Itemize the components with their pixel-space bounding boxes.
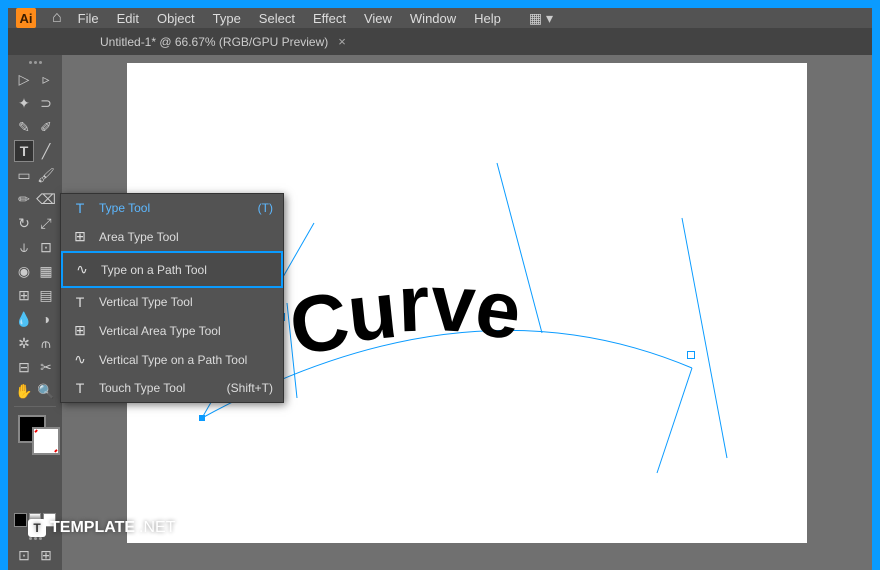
menu-window[interactable]: Window [410, 11, 456, 26]
flyout-label: Vertical Type on a Path Tool [99, 353, 247, 367]
selection-tool-icon[interactable]: ▷ [14, 68, 34, 90]
graph-tool-icon[interactable]: ⫙ [36, 332, 56, 354]
watermark-icon: T [28, 519, 46, 537]
color-swatch[interactable] [14, 415, 56, 463]
title-bar: Ai ⌂ File Edit Object Type Select Effect… [8, 8, 872, 28]
menu-help[interactable]: Help [474, 11, 501, 26]
artboard-tool-icon[interactable]: ⊟ [14, 356, 34, 378]
panel-grip[interactable] [14, 59, 56, 66]
flyout-shortcut: (T) [258, 201, 273, 215]
shaper-tool-icon[interactable]: ✏ [14, 188, 34, 210]
menu-bar: File Edit Object Type Select Effect View… [78, 11, 501, 26]
path-handle[interactable] [687, 351, 695, 359]
hand-tool-icon[interactable]: ✋ [14, 380, 34, 402]
symbol-sprayer-tool-icon[interactable]: ✲ [14, 332, 34, 354]
blend-tool-icon[interactable]: ◑ [36, 308, 56, 330]
tools-panel: ▷▹ ✦⊃ ✎✐ T╱ ▭🖌 ✏⌫ ↻⤢ ⫝⊡ ◉▦ ⊞▤ 💧◑ ✲⫙ ⊟✂ ✋… [8, 55, 62, 570]
eyedropper-tool-icon[interactable]: 💧 [14, 308, 34, 330]
watermark-suffix: .NET [139, 519, 175, 537]
flyout-vertical-type-tool[interactable]: T Vertical Type Tool [61, 288, 283, 316]
menu-file[interactable]: File [78, 11, 99, 26]
vertical-type-on-path-icon: ∿ [71, 351, 89, 368]
pen-tool-icon[interactable]: ✎ [14, 116, 34, 138]
menu-object[interactable]: Object [157, 11, 195, 26]
workspace: ▷▹ ✦⊃ ✎✐ T╱ ▭🖌 ✏⌫ ↻⤢ ⫝⊡ ◉▦ ⊞▤ 💧◑ ✲⫙ ⊟✂ ✋… [8, 55, 872, 570]
lasso-tool-icon[interactable]: ⊃ [36, 92, 56, 114]
tab-title: Untitled-1* @ 66.67% (RGB/GPU Preview) [100, 35, 328, 49]
gradient-tool-icon[interactable]: ▤ [36, 284, 56, 306]
zoom-tool-icon[interactable]: 🔍 [36, 380, 56, 402]
perspective-tool-icon[interactable]: ▦ [36, 260, 56, 282]
flyout-label: Type Tool [99, 201, 150, 215]
app-window: Ai ⌂ File Edit Object Type Select Effect… [8, 8, 872, 551]
direct-selection-tool-icon[interactable]: ▹ [36, 68, 56, 90]
app-icon[interactable]: Ai [16, 8, 36, 28]
watermark: T TEMPLATE.NET [28, 519, 175, 537]
mesh-tool-icon[interactable]: ⊞ [14, 284, 34, 306]
type-on-path-icon: ∿ [73, 261, 91, 278]
shape-builder-tool-icon[interactable]: ◉ [14, 260, 34, 282]
watermark-brand: TEMPLATE [50, 519, 135, 537]
rotate-tool-icon[interactable]: ↻ [14, 212, 34, 234]
touch-type-icon: T [71, 380, 89, 396]
flyout-type-on-path-tool[interactable]: ∿ Type on a Path Tool [61, 251, 283, 288]
flyout-area-type-tool[interactable]: ⊞ Area Type Tool [61, 222, 283, 251]
rectangle-tool-icon[interactable]: ▭ [14, 164, 34, 186]
area-type-icon: ⊞ [71, 228, 89, 245]
screen-mode-icon[interactable]: ⊡ [14, 544, 34, 566]
document-tabs: Untitled-1* @ 66.67% (RGB/GPU Preview) × [8, 28, 872, 55]
flyout-touch-type-tool[interactable]: T Touch Type Tool (Shift+T) [61, 374, 283, 402]
magic-wand-tool-icon[interactable]: ✦ [14, 92, 34, 114]
vertical-type-icon: T [71, 294, 89, 310]
edit-mode-icon[interactable]: ⊞ [36, 544, 56, 566]
menu-effect[interactable]: Effect [313, 11, 346, 26]
menu-type[interactable]: Type [213, 11, 241, 26]
flyout-label: Vertical Area Type Tool [99, 324, 221, 338]
canvas-text[interactable]: Curve [287, 258, 524, 350]
flyout-label: Vertical Type Tool [99, 295, 193, 309]
type-tool-icon: T [71, 200, 89, 216]
scale-tool-icon[interactable]: ⤢ [36, 212, 56, 234]
paintbrush-tool-icon[interactable]: 🖌 [36, 164, 56, 186]
color-mode-icon[interactable] [14, 513, 27, 527]
path-anchor[interactable] [199, 415, 205, 421]
flyout-type-tool[interactable]: T Type Tool (T) [61, 194, 283, 222]
type-tool-icon[interactable]: T [14, 140, 34, 162]
menu-view[interactable]: View [364, 11, 392, 26]
stroke-swatch[interactable] [32, 427, 60, 455]
flyout-vertical-type-on-path-tool[interactable]: ∿ Vertical Type on a Path Tool [61, 345, 283, 374]
vertical-area-type-icon: ⊞ [71, 322, 89, 339]
flyout-label: Type on a Path Tool [101, 263, 207, 277]
eraser-tool-icon[interactable]: ⌫ [36, 188, 56, 210]
menu-select[interactable]: Select [259, 11, 295, 26]
curvature-tool-icon[interactable]: ✐ [36, 116, 56, 138]
home-icon[interactable]: ⌂ [52, 9, 62, 27]
slice-tool-icon[interactable]: ✂ [36, 356, 56, 378]
workspace-switcher-icon[interactable]: ▦ ▾ [529, 10, 553, 27]
type-tool-flyout: T Type Tool (T) ⊞ Area Type Tool ∿ Type … [60, 193, 284, 403]
line-tool-icon[interactable]: ╱ [36, 140, 56, 162]
width-tool-icon[interactable]: ⫝ [14, 236, 34, 258]
flyout-label: Area Type Tool [99, 230, 179, 244]
document-tab[interactable]: Untitled-1* @ 66.67% (RGB/GPU Preview) × [88, 28, 358, 55]
flyout-shortcut: (Shift+T) [227, 381, 273, 395]
menu-edit[interactable]: Edit [117, 11, 139, 26]
close-icon[interactable]: × [338, 34, 346, 49]
free-transform-tool-icon[interactable]: ⊡ [36, 236, 56, 258]
flyout-vertical-area-type-tool[interactable]: ⊞ Vertical Area Type Tool [61, 316, 283, 345]
flyout-label: Touch Type Tool [99, 381, 185, 395]
